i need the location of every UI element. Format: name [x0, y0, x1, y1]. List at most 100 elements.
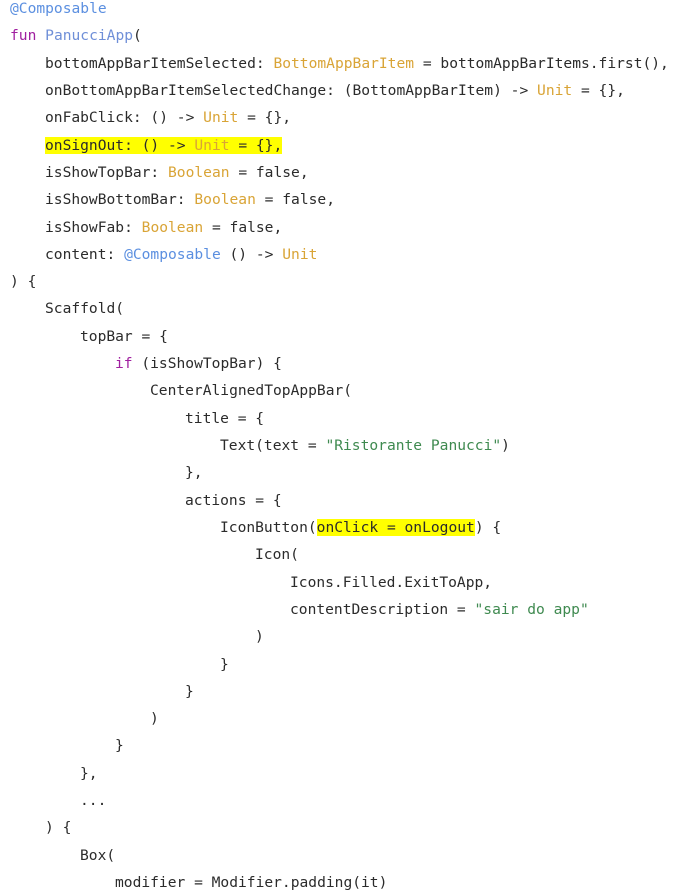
code-token: bottomAppBarItemSelected: — [45, 54, 274, 72]
code-span: ) { — [45, 819, 71, 836]
code-token: (isShowTopBar) { — [132, 355, 282, 373]
code-token: Text(text = — [220, 437, 326, 454]
code-line: topBar = { — [0, 323, 688, 350]
code-token: Icon( — [255, 546, 299, 564]
code-token: CenterAlignedTopAppBar( — [150, 382, 353, 400]
code-line: } — [0, 651, 688, 678]
code-token: = — [203, 218, 230, 236]
code-token: }, — [80, 764, 98, 782]
code-token: @Composable — [10, 0, 107, 17]
code-span: isShowBottomBar: Boolean = false, — [45, 191, 335, 208]
code-token: isShowFab: — [45, 218, 142, 236]
code-token: } — [220, 655, 229, 673]
code-span: @Composable — [10, 0, 107, 17]
code-line: @Composable — [0, 0, 688, 22]
code-token: = {}, — [229, 136, 283, 154]
code-token: , — [273, 218, 283, 236]
code-token: actions = { — [185, 491, 282, 509]
code-line: content: @Composable () -> Unit — [0, 241, 688, 268]
code-line: Text(text = "Ristorante Panucci") — [0, 432, 688, 459]
code-span: } — [115, 737, 124, 754]
code-token: () -> — [220, 245, 283, 263]
code-line: ) { — [0, 814, 688, 841]
code-span: if (isShowTopBar) { — [115, 355, 282, 372]
code-token: fun — [10, 27, 46, 45]
code-line: ) { — [0, 268, 688, 295]
code-span: actions = { — [185, 492, 282, 509]
code-span: IconButton(onClick = onLogout) { — [220, 518, 501, 536]
code-token: = {}, — [572, 81, 625, 99]
code-token: ) — [150, 710, 159, 728]
code-token: topBar = { — [80, 327, 168, 345]
code-span: content: @Composable () -> Unit — [45, 246, 317, 263]
code-span: ) — [150, 710, 159, 727]
code-line: contentDescription = "sair do app" — [0, 596, 688, 623]
code-block[interactable]: @Composable fun PanucciApp( bottomAppBarIt… — [0, 0, 688, 896]
code-span: topBar = { — [80, 328, 168, 345]
code-span: fun PanucciApp( — [10, 27, 142, 44]
code-token: ) { — [10, 273, 37, 291]
code-token: contentDescription = — [290, 600, 475, 618]
code-token: if — [115, 355, 133, 373]
code-span: } — [185, 683, 194, 700]
code-line: actions = { — [0, 487, 688, 514]
code-line: title = { — [0, 405, 688, 432]
code-token: Boolean — [141, 218, 204, 236]
code-line: modifier = Modifier.padding(it) — [0, 869, 688, 896]
code-token: ( — [133, 27, 142, 45]
code-line: isShowBottomBar: Boolean = false, — [0, 186, 688, 213]
code-span: CenterAlignedTopAppBar( — [150, 382, 352, 399]
highlighted-token: onClick = onLogout — [316, 518, 475, 536]
highlighted-code-span: onSignOut: () -> Unit = {}, — [45, 136, 283, 154]
code-span: Text(text = "Ristorante Panucci") — [220, 437, 510, 454]
code-line: }, — [0, 459, 688, 486]
code-token: BottomAppBarItem — [273, 54, 415, 72]
code-span: onFabClick: () -> Unit = {}, — [45, 109, 291, 126]
code-span: Icons.Filled.ExitToApp, — [290, 574, 492, 591]
code-token: = — [229, 163, 256, 181]
code-line: }, — [0, 760, 688, 787]
code-token: @Composable — [124, 245, 221, 263]
code-line: IconButton(onClick = onLogout) { — [0, 514, 688, 541]
code-line: ) — [0, 705, 688, 732]
code-token: title = { — [185, 409, 265, 427]
code-span: Scaffold( — [45, 300, 124, 317]
code-token: modifier = Modifier.padding(it) — [115, 874, 388, 891]
code-token: onSignOut: () -> — [45, 136, 195, 154]
code-token: } — [115, 737, 124, 755]
code-token: Unit — [282, 245, 318, 263]
code-span: } — [220, 656, 229, 673]
code-token: ) — [501, 437, 510, 454]
code-token: onFabClick: () -> — [45, 109, 204, 127]
code-line: Box( — [0, 842, 688, 869]
code-token: = bottomAppBarItems.first(), — [414, 54, 669, 72]
code-line: onSignOut: () -> Unit = {}, — [0, 132, 688, 159]
code-span: isShowFab: Boolean = false, — [45, 219, 282, 236]
code-token: ... — [80, 792, 107, 810]
code-span: contentDescription = "sair do app" — [290, 601, 589, 618]
code-line: bottomAppBarItemSelected: BottomAppBarIt… — [0, 50, 688, 77]
code-line: onFabClick: () -> Unit = {}, — [0, 104, 688, 131]
code-line: onBottomAppBarItemSelectedChange: (Botto… — [0, 77, 688, 104]
code-span: ... — [80, 792, 106, 809]
code-line: Icons.Filled.ExitToApp, — [0, 569, 688, 596]
code-token: Box( — [80, 846, 116, 864]
code-token: ) { — [45, 819, 72, 837]
code-line: Scaffold( — [0, 295, 688, 322]
code-span: }, — [185, 464, 203, 481]
code-span: isShowTopBar: Boolean = false, — [45, 164, 309, 181]
code-token: Boolean — [194, 191, 256, 209]
code-viewer[interactable]: @Composable fun PanucciApp( bottomAppBarIt… — [0, 0, 688, 896]
code-token: content: — [45, 245, 125, 263]
code-line: ... — [0, 787, 688, 814]
code-span: ) — [255, 628, 264, 645]
code-token: , — [326, 191, 335, 209]
code-span: ) { — [10, 273, 36, 290]
code-token: ) — [255, 628, 264, 646]
code-token: PanucciApp — [45, 27, 134, 45]
code-token: Boolean — [168, 163, 230, 181]
code-token: Scaffold( — [45, 300, 125, 318]
code-token: = — [255, 191, 283, 209]
code-token: isShowTopBar: — [45, 163, 169, 181]
code-token: "Ristorante Panucci" — [325, 437, 502, 454]
